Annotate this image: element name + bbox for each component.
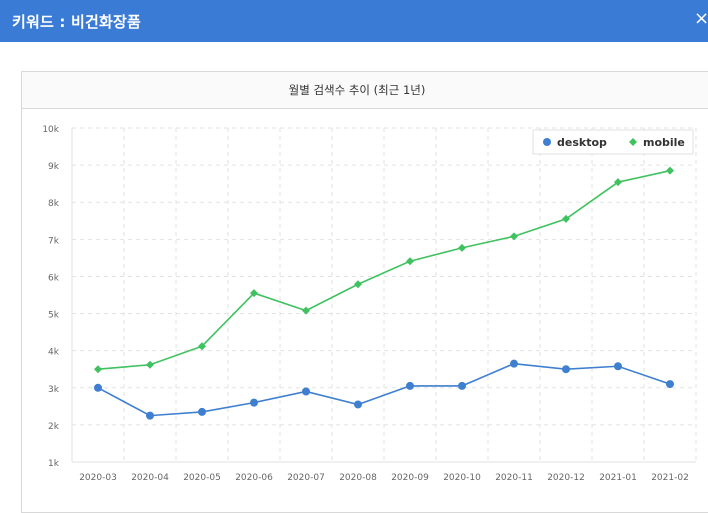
- data-point-desktop: [302, 387, 310, 396]
- data-point-desktop: [666, 380, 674, 389]
- legend-label-desktop: desktop: [557, 136, 607, 149]
- x-tick-label: 2020-09: [391, 473, 429, 483]
- x-tick-label: 2020-04: [131, 473, 169, 483]
- y-tick-label: 5k: [48, 311, 60, 321]
- x-tick-label: 2020-07: [287, 473, 325, 483]
- data-point-desktop: [146, 411, 154, 420]
- x-tick-label: 2020-08: [339, 473, 377, 483]
- legend-label-mobile: mobile: [643, 136, 685, 149]
- data-point-desktop: [614, 362, 622, 371]
- data-point-mobile: [146, 360, 154, 369]
- line-chart: 1k 2k 3k 4k 5k 6k 7k 8k 9k 10k 2020-03 2020-04 2020-…: [42, 125, 697, 483]
- data-point-desktop: [510, 359, 518, 368]
- x-tick-label: 2020-05: [183, 473, 221, 483]
- data-point-desktop: [562, 365, 570, 374]
- y-tick-label: 10k: [42, 125, 59, 135]
- y-tick-label: 1k: [48, 459, 60, 469]
- data-point-desktop: [458, 381, 466, 390]
- y-tick-label: 8k: [48, 199, 60, 209]
- data-point-mobile: [406, 257, 414, 266]
- data-point-mobile: [94, 365, 102, 374]
- data-point-mobile: [510, 232, 518, 241]
- legend-marker-desktop: [543, 138, 551, 146]
- data-point-mobile: [302, 306, 310, 315]
- data-point-mobile: [666, 166, 674, 175]
- x-tick-label: 2021-02: [651, 473, 689, 483]
- x-tick-label: 2021-01: [599, 473, 637, 483]
- data-point-desktop: [250, 398, 258, 407]
- data-point-mobile: [354, 280, 362, 289]
- x-tick-label: 2020-03: [79, 473, 117, 483]
- data-point-desktop: [94, 383, 102, 392]
- y-tick-label: 6k: [48, 273, 60, 283]
- y-tick-label: 7k: [48, 236, 60, 246]
- x-tick-label: 2020-06: [235, 473, 273, 483]
- y-tick-label: 4k: [48, 348, 60, 358]
- data-point-desktop: [198, 407, 206, 416]
- y-tick-label: 9k: [48, 162, 60, 172]
- data-point-mobile: [458, 243, 466, 252]
- x-tick-label: 2020-10: [443, 473, 481, 483]
- y-tick-label: 2k: [48, 422, 60, 432]
- data-point-desktop: [406, 381, 414, 390]
- x-tick-label: 2020-12: [547, 473, 585, 483]
- data-point-desktop: [354, 400, 362, 409]
- x-tick-label: 2020-11: [495, 473, 533, 483]
- y-tick-label: 3k: [48, 385, 60, 395]
